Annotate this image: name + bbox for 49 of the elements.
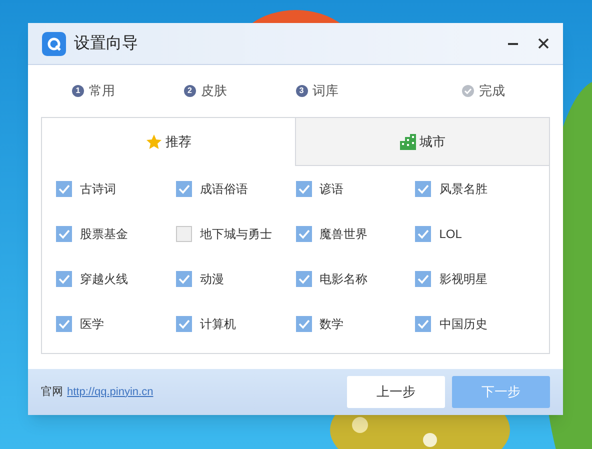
option-label: 影视明星 <box>439 271 488 288</box>
step-number: 3 <box>296 85 308 97</box>
step-number: 1 <box>72 85 84 97</box>
option-label: 股票基金 <box>80 226 128 243</box>
step-number: 2 <box>184 85 196 97</box>
option-label: 古诗词 <box>80 181 116 198</box>
option-label: 成语俗语 <box>200 181 248 198</box>
option-label: 动漫 <box>200 271 224 288</box>
star-icon <box>146 134 162 150</box>
checkbox[interactable] <box>56 181 72 197</box>
site-link[interactable]: http://qq.pinyin.cn <box>67 384 154 400</box>
option-label: 谚语 <box>320 181 344 198</box>
checkbox[interactable] <box>56 316 72 332</box>
step-label: 常用 <box>89 82 115 100</box>
option-label: 计算机 <box>200 316 236 333</box>
checkbox[interactable] <box>415 316 432 332</box>
checkbox[interactable] <box>56 226 72 242</box>
option-label: 穿越火线 <box>80 271 128 288</box>
step-label: 词库 <box>312 82 338 100</box>
checkbox[interactable] <box>296 316 312 332</box>
back-button[interactable]: 上一步 <box>347 376 445 408</box>
option-label: 中国历史 <box>439 316 488 333</box>
option-label: 地下城与勇士 <box>200 226 272 243</box>
step-label: 皮肤 <box>200 82 227 100</box>
checkbox[interactable] <box>415 181 432 197</box>
option-label: 风景名胜 <box>439 181 488 198</box>
checkbox[interactable] <box>296 226 312 242</box>
checkbox[interactable] <box>415 226 432 242</box>
close-icon[interactable] <box>538 38 549 49</box>
checkbox[interactable] <box>176 271 192 287</box>
app-logo-icon <box>42 32 66 56</box>
checkbox[interactable] <box>176 181 192 197</box>
check-icon <box>462 85 474 97</box>
option-label: 数学 <box>320 316 344 333</box>
window-title: 设置向导 <box>74 34 138 54</box>
checkbox[interactable] <box>296 271 312 287</box>
checkbox[interactable] <box>296 181 312 197</box>
option-label: LOL <box>439 226 462 243</box>
step-label: 完成 <box>479 82 505 100</box>
checkbox[interactable] <box>176 226 192 242</box>
checkbox[interactable] <box>415 271 432 287</box>
building-icon <box>400 134 416 150</box>
option-label: 魔兽世界 <box>320 226 368 243</box>
site-label: 官网 <box>41 384 63 400</box>
option-label: 电影名称 <box>320 271 368 288</box>
checkbox[interactable] <box>56 271 72 287</box>
tab[interactable]: 城市 <box>295 118 549 166</box>
checkbox[interactable] <box>176 316 192 332</box>
option-label: 医学 <box>80 316 104 333</box>
